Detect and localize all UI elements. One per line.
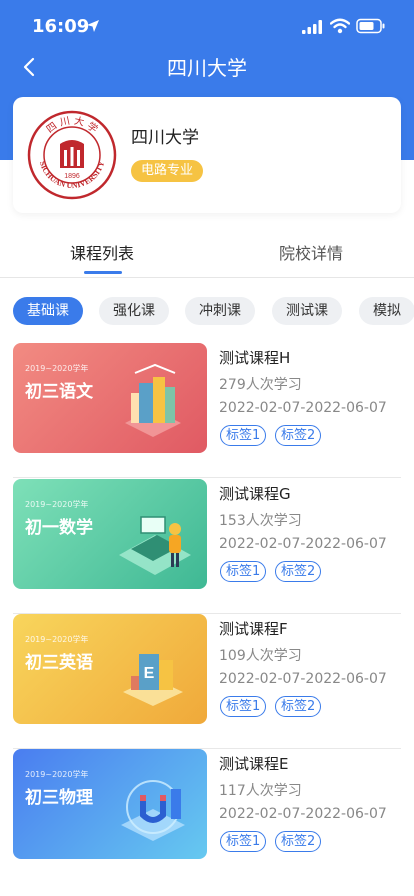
course-item[interactable]: 2019~2020学年 初三英语 E 测试课程F 109人次学习 2022-02… [0, 614, 414, 749]
thumbnail-subject: 初三物理 [25, 788, 93, 808]
course-item[interactable]: 2019~2020学年 初一数学 测试课程G 153人次学习 2022-02-0… [0, 479, 414, 614]
course-item[interactable]: 2019~2020学年 初三语文 测试课程H 279人次学习 2022-02-0… [0, 343, 414, 478]
active-tab-indicator [84, 271, 122, 274]
status-time: 16:09 [32, 16, 90, 37]
school-name: 四川大学 [131, 128, 199, 148]
thumbnail-subject: 初三语文 [25, 382, 93, 402]
course-thumbnail: 2019~2020学年 初三英语 E [13, 614, 207, 724]
university-seal-logo: SICHUAN UNIVERSITY 四 川 大 学 1896 [27, 110, 117, 200]
course-date-range: 2022-02-07-2022-06-07 [219, 536, 387, 552]
course-tag: 标签2 [275, 696, 322, 717]
course-title: 测试课程G [219, 485, 291, 503]
filter-chip-mock[interactable]: 模拟 [359, 297, 414, 325]
thumbnail-year: 2019~2020学年 [25, 364, 89, 373]
battery-icon [356, 18, 385, 34]
letter-blocks-illustration-icon: E [123, 654, 183, 706]
filter-chip-test[interactable]: 测试课 [272, 297, 342, 325]
course-title: 测试课程E [219, 755, 289, 773]
course-tag: 标签2 [275, 425, 322, 446]
svg-text:1896: 1896 [64, 173, 80, 180]
course-thumbnail: 2019~2020学年 初一数学 [13, 479, 207, 589]
course-date-range: 2022-02-07-2022-06-07 [219, 400, 387, 416]
cellular-signal-icon [302, 20, 322, 34]
course-date-range: 2022-02-07-2022-06-07 [219, 671, 387, 687]
course-thumbnail: 2019~2020学年 初三物理 [13, 749, 207, 859]
svg-text:E: E [144, 665, 155, 682]
tab-school-detail[interactable]: 院校详情 [279, 240, 343, 264]
major-badge: 电路专业 [131, 160, 204, 182]
course-learner-count: 117人次学习 [219, 783, 302, 799]
thumbnail-year: 2019~2020学年 [25, 500, 89, 509]
course-tag: 标签1 [220, 831, 267, 852]
course-tag: 标签1 [220, 696, 267, 717]
location-arrow-icon [87, 20, 99, 32]
course-tag: 标签1 [220, 425, 267, 446]
magnet-illustration-icon [121, 780, 185, 841]
divider [13, 477, 401, 478]
course-tag: 标签2 [275, 831, 322, 852]
course-learner-count: 109人次学习 [219, 648, 302, 664]
course-item[interactable]: 2019~2020学年 初三物理 测试课程E 117人次学习 2022-02-0… [0, 749, 414, 884]
filter-chip-basic[interactable]: 基础课 [13, 297, 83, 325]
filter-chip-sprint[interactable]: 冲刺课 [185, 297, 255, 325]
course-learner-count: 153人次学习 [219, 513, 302, 529]
course-title: 测试课程F [219, 620, 288, 638]
course-thumbnail: 2019~2020学年 初三语文 [13, 343, 207, 453]
category-filter-bar: 基础课 强化课 冲刺课 测试课 模拟 [0, 297, 414, 327]
course-title: 测试课程H [219, 349, 291, 367]
thumbnail-year: 2019~2020学年 [25, 770, 89, 779]
course-tag: 标签1 [220, 561, 267, 582]
tab-bar: 课程列表 院校详情 [0, 228, 414, 278]
phone-student-illustration-icon [119, 516, 191, 575]
status-bar: 16:09 [0, 0, 414, 54]
course-date-range: 2022-02-07-2022-06-07 [219, 806, 387, 822]
books-illustration-icon [125, 363, 181, 437]
thumbnail-subject: 初三英语 [25, 653, 93, 673]
thumbnail-subject: 初一数学 [25, 518, 93, 538]
thumbnail-year: 2019~2020学年 [25, 635, 89, 644]
tab-course-list[interactable]: 课程列表 [70, 240, 134, 264]
school-card: SICHUAN UNIVERSITY 四 川 大 学 1896 四川大学 电路专… [13, 97, 401, 213]
wifi-icon [330, 18, 350, 34]
filter-chip-intensive[interactable]: 强化课 [99, 297, 169, 325]
page-title: 四川大学 [167, 56, 247, 80]
course-learner-count: 279人次学习 [219, 377, 302, 393]
course-tag: 标签2 [275, 561, 322, 582]
